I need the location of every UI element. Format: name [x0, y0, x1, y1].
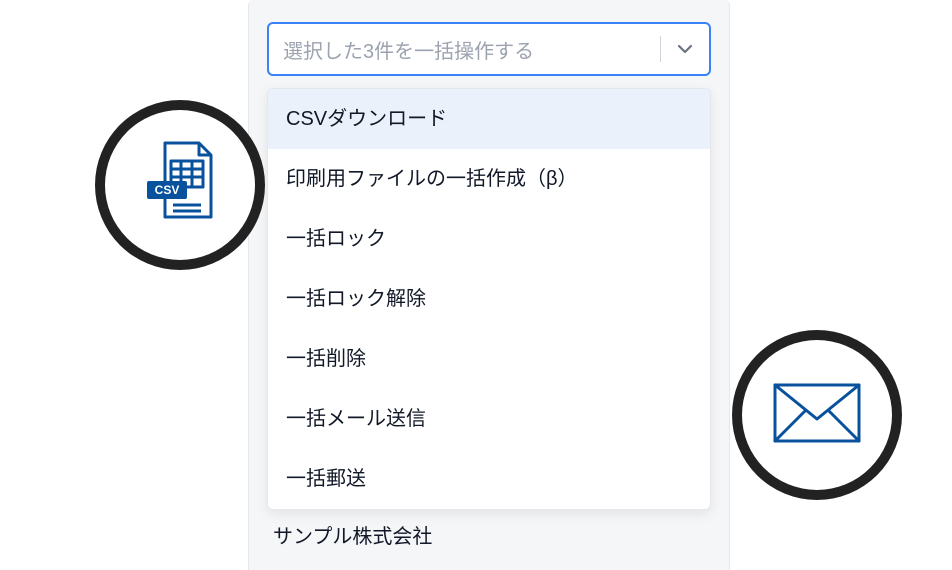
dropdown-item-label: 一括郵送	[286, 468, 366, 490]
dropdown-item-0[interactable]: CSVダウンロード	[268, 89, 710, 149]
dropdown-item-label: 印刷用ファイルの一括作成（β）	[286, 168, 578, 190]
csv-file-icon: CSV	[141, 139, 219, 232]
bulk-action-panel: 選択した3件を一括操作する CSVダウンロード印刷用ファイルの一括作成（β） 一括…	[248, 0, 730, 570]
dropdown-item-6[interactable]: 一括郵送	[268, 449, 710, 509]
dropdown-item-4[interactable]: 一括削除	[268, 329, 710, 389]
bulk-action-dropdown: CSVダウンロード印刷用ファイルの一括作成（β） 一括ロック一括ロック解除一括削除…	[267, 88, 711, 510]
chevron-down-icon	[675, 39, 695, 59]
dropdown-item-2[interactable]: 一括ロック	[268, 209, 710, 269]
dropdown-item-1[interactable]: 印刷用ファイルの一括作成（β）	[268, 149, 710, 209]
mail-feature-circle	[742, 340, 892, 490]
dropdown-item-5[interactable]: 一括メール送信	[268, 389, 710, 449]
dropdown-item-3[interactable]: 一括ロック解除	[268, 269, 710, 329]
dropdown-item-label: 一括メール送信	[286, 408, 426, 430]
dropdown-item-label: 一括ロック	[286, 228, 386, 250]
dropdown-item-label: 一括ロック解除	[286, 288, 426, 310]
bulk-action-select[interactable]: 選択した3件を一括操作する	[267, 22, 711, 76]
dropdown-item-label: 一括削除	[286, 348, 366, 370]
csv-feature-circle: CSV	[105, 110, 255, 260]
company-name-text: サンプル株式会社	[267, 520, 711, 549]
svg-text:CSV: CSV	[155, 183, 180, 197]
dropdown-item-label: CSVダウンロード	[286, 108, 447, 130]
bulk-action-select-label: 選択した3件を一括操作する	[283, 35, 646, 64]
select-divider	[660, 36, 661, 62]
mail-icon	[771, 381, 863, 450]
